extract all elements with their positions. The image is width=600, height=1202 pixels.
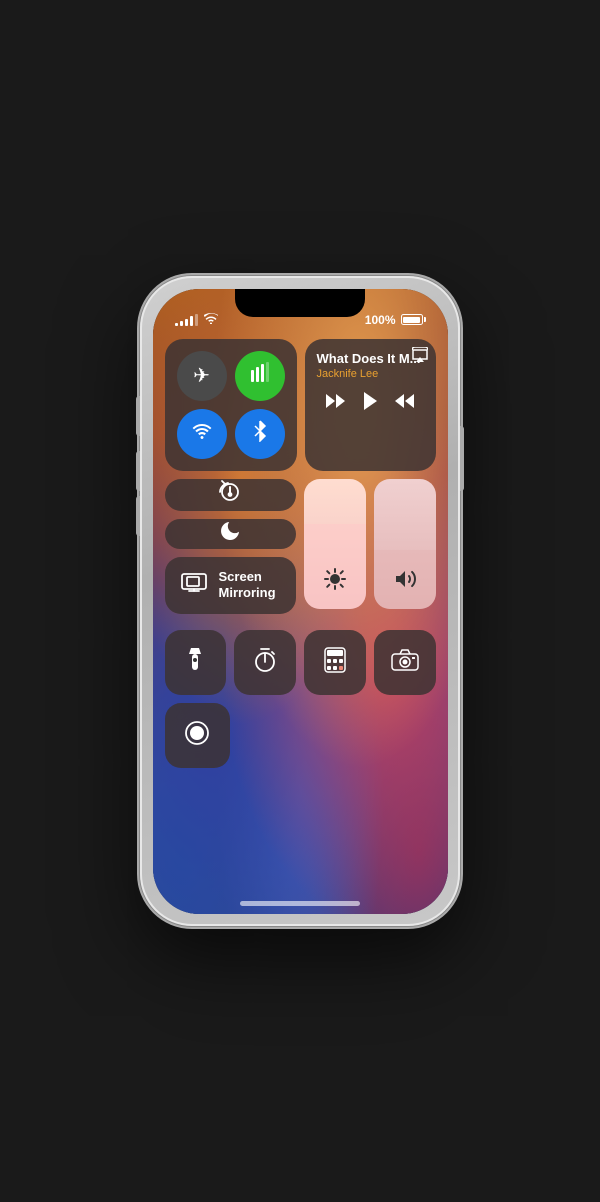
wifi-button[interactable]: [177, 409, 227, 459]
rewind-button[interactable]: [324, 392, 346, 415]
status-left: [175, 313, 218, 327]
screen-record-button[interactable]: [165, 703, 230, 768]
connectivity-block: ✈: [165, 339, 297, 471]
volume-icon: [393, 567, 417, 597]
screen-record-row: [165, 703, 436, 768]
battery-percent: 100%: [365, 313, 396, 327]
fast-forward-button[interactable]: [394, 392, 416, 415]
flashlight-icon: [185, 646, 205, 680]
rotation-lock-button[interactable]: [165, 479, 297, 511]
bottom-row: [165, 630, 436, 695]
wifi-btn-icon: [191, 422, 213, 446]
airplane-icon: ✈: [193, 363, 210, 388]
status-right: 100%: [365, 313, 426, 327]
cellular-icon: [249, 362, 271, 390]
record-icon: [184, 720, 210, 752]
timer-button[interactable]: [234, 630, 296, 695]
wifi-icon: [204, 313, 218, 327]
battery-icon: [401, 314, 426, 325]
play-button[interactable]: [361, 390, 379, 418]
left-col: ScreenMirroring: [165, 479, 297, 623]
np-title: What Does It M...: [317, 351, 424, 366]
bluetooth-icon: [253, 420, 267, 448]
right-col: [304, 479, 436, 623]
rotation-icon: [217, 479, 243, 511]
home-indicator[interactable]: [240, 901, 360, 906]
brightness-slider[interactable]: [304, 479, 366, 609]
screen-mirror-button[interactable]: ScreenMirroring: [165, 557, 297, 615]
now-playing-block: What Does It M... Jacknife Lee: [305, 339, 436, 471]
np-controls: [317, 390, 424, 418]
moon-icon: [218, 519, 242, 549]
airplay-icon[interactable]: [412, 347, 428, 366]
airplane-button[interactable]: ✈: [177, 351, 227, 401]
camera-icon: [391, 649, 419, 677]
timer-icon: [252, 647, 278, 679]
second-row: ScreenMirroring: [165, 479, 436, 623]
calculator-button[interactable]: [304, 630, 366, 695]
np-artist: Jacknife Lee: [317, 368, 424, 380]
camera-button[interactable]: [374, 630, 436, 695]
phone-screen: 100% ✈: [153, 289, 448, 914]
top-section: ✈: [165, 339, 436, 471]
phone-frame: 100% ✈: [140, 276, 460, 926]
flashlight-button[interactable]: [165, 630, 227, 695]
screen-mirror-label: ScreenMirroring: [219, 569, 276, 603]
calculator-icon: [324, 647, 346, 679]
brightness-icon: [323, 567, 347, 597]
notch: [235, 289, 365, 317]
cellular-button[interactable]: [235, 351, 285, 401]
screen-mirror-icon: [181, 573, 207, 598]
volume-slider[interactable]: [374, 479, 436, 609]
do-not-disturb-button[interactable]: [165, 519, 297, 549]
control-center: ✈: [165, 339, 436, 777]
bluetooth-button[interactable]: [235, 409, 285, 459]
signal-icon: [175, 314, 198, 326]
